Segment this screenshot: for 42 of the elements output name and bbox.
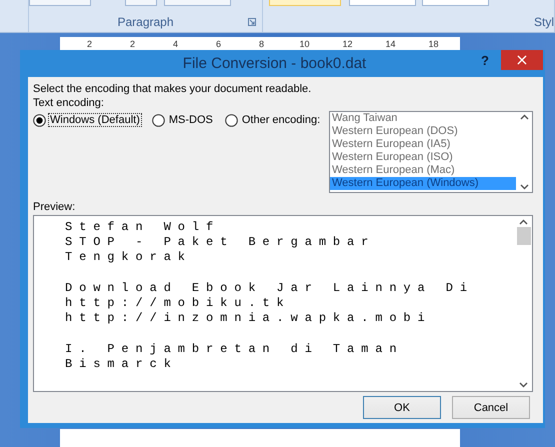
style-gallery-item[interactable] [422, 0, 489, 6]
preview-line: STOP - Paket Bergambar [65, 235, 376, 250]
dialog-button[interactable]: Cancel [452, 396, 530, 419]
preview-line: Stefan Wolf [65, 220, 220, 234]
scroll-thumb[interactable] [516, 227, 530, 245]
ruler-number: 8 [258, 39, 265, 49]
ribbon-button[interactable] [164, 0, 231, 6]
preview-line: http://mobiku.tk [65, 296, 291, 310]
radio-label[interactable]: MS-DOS [166, 113, 215, 127]
ruler-number: 2 [86, 39, 93, 49]
style-gallery-item[interactable] [349, 0, 416, 6]
radio-label[interactable]: Windows (Default) [48, 113, 142, 127]
dialog-launcher-icon[interactable] [248, 18, 256, 26]
radio-label[interactable]: Other encoding: [240, 113, 322, 127]
ruler-number: 4 [172, 39, 179, 49]
ribbon-group-label: Styl [534, 15, 554, 29]
scroll-down-icon[interactable] [519, 382, 528, 388]
dialog-button[interactable]: OK [363, 396, 441, 419]
ribbon-button[interactable] [29, 0, 91, 6]
window-title: File Conversion - book0.dat [182, 55, 368, 72]
section-label: Preview: [33, 201, 76, 213]
preview-line: I. Penjambretan di Taman [65, 342, 404, 356]
ruler-number: 14 [384, 39, 396, 49]
radio-button[interactable] [152, 114, 165, 126]
ruler-number: 6 [214, 39, 222, 49]
preview-line: Download Ebook Jar Lainnya Di [65, 280, 474, 295]
scroll-up-icon[interactable] [519, 219, 528, 225]
help-button[interactable]: ? [481, 53, 489, 68]
radio-button[interactable] [224, 114, 238, 126]
preview-line: http://inzomnia.wapka.mobi [65, 311, 432, 326]
instruction-text: Select the encoding that makes your document readable. [33, 83, 312, 95]
preview-line: Bismarck [65, 356, 178, 371]
ruler-number: 12 [341, 39, 354, 49]
section-label: Text encoding: [33, 97, 105, 109]
ruler-number: 2 [128, 39, 136, 49]
ribbon-button[interactable] [125, 0, 157, 6]
radio-button[interactable] [33, 114, 46, 126]
preview-line: Tengkorak [65, 250, 192, 264]
ribbon-group-label: Paragraph [117, 15, 174, 29]
ruler-number: 10 [298, 39, 310, 49]
close-button[interactable]: × [501, 50, 543, 70]
ruler-number: 18 [427, 39, 440, 49]
